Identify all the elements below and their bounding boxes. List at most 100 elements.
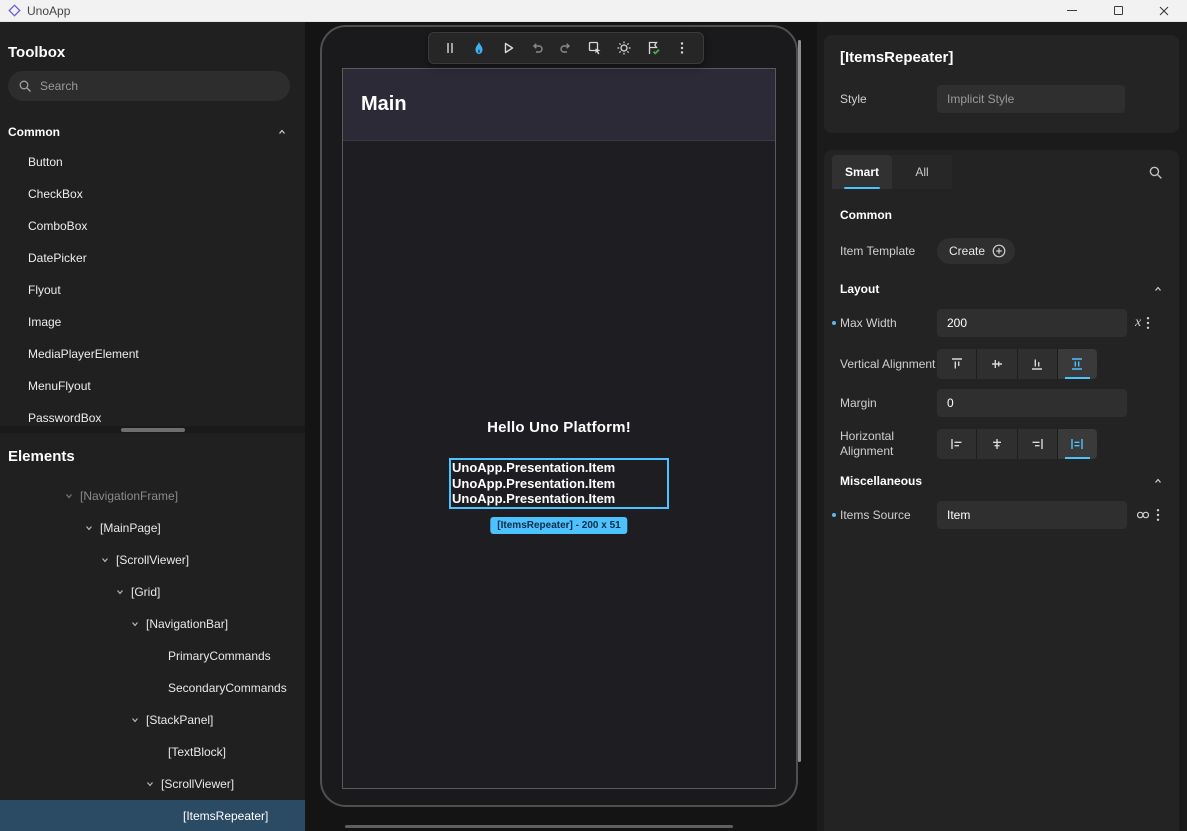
valign-top-button[interactable]: [937, 349, 976, 379]
max-width-input[interactable]: 200: [937, 309, 1127, 337]
design-canvas: Main Hello Uno Platform! UnoApp.Presenta…: [305, 22, 817, 831]
tree-item-itemsrepeater[interactable]: [ItemsRepeater]: [0, 800, 305, 831]
toolbox-item-mediaplayerelement[interactable]: MediaPlayerElement: [0, 338, 305, 370]
selected-itemsrepeater[interactable]: UnoApp.Presentation.Item UnoApp.Presenta…: [449, 458, 669, 509]
plus-circle-icon: [991, 243, 1007, 259]
close-icon: [1159, 6, 1169, 16]
tree-item-scrollviewer-inner[interactable]: [ScrollViewer]: [0, 768, 305, 800]
toolbox-item-flyout[interactable]: Flyout: [0, 274, 305, 306]
kebab-menu-icon[interactable]: [1156, 508, 1160, 522]
vertical-alignment-group: [937, 349, 1097, 379]
chevron-up-icon: [1153, 284, 1163, 294]
margin-input[interactable]: 0: [937, 389, 1127, 417]
window-controls: [1049, 0, 1187, 21]
chevron-down-icon: [84, 523, 94, 533]
tree-item-textblock[interactable]: [TextBlock]: [0, 736, 305, 768]
tree-item-mainpage[interactable]: [MainPage]: [0, 512, 305, 544]
create-template-button[interactable]: Create: [937, 238, 1015, 264]
toolbox-search-input[interactable]: [40, 79, 280, 93]
toolbox-item-checkbox[interactable]: CheckBox: [0, 178, 305, 210]
align-right-icon: [1029, 436, 1045, 452]
toolbox-item-image[interactable]: Image: [0, 306, 305, 338]
tree-item-primarycommands[interactable]: PrimaryCommands: [0, 640, 305, 672]
valign-bottom-button[interactable]: [1018, 349, 1057, 379]
align-top-icon: [949, 356, 965, 372]
window-title: UnoApp: [27, 4, 70, 18]
valign-stretch-button[interactable]: [1058, 349, 1097, 379]
undo-button[interactable]: [524, 35, 550, 61]
play-button[interactable]: [495, 35, 521, 61]
redo-icon: [558, 40, 574, 56]
toolbox-section-common[interactable]: Common: [0, 122, 305, 142]
tree-item-label: SecondaryCommands: [168, 681, 287, 695]
section-common[interactable]: Common: [840, 205, 1163, 225]
tree-item-stackpanel[interactable]: [StackPanel]: [0, 704, 305, 736]
items-source-input[interactable]: Item: [937, 501, 1127, 529]
section-miscellaneous[interactable]: Miscellaneous: [840, 471, 1163, 491]
minimize-button[interactable]: [1049, 0, 1095, 21]
chevron-down-icon: [130, 715, 140, 725]
kebab-menu-icon[interactable]: [1146, 316, 1150, 330]
redo-button[interactable]: [553, 35, 579, 61]
align-hstretch-icon: [1069, 436, 1085, 452]
halign-center-button[interactable]: [977, 429, 1016, 459]
chevron-down-icon: [115, 587, 125, 597]
section-layout[interactable]: Layout: [840, 279, 1163, 299]
style-input[interactable]: Implicit Style: [937, 85, 1125, 113]
repeater-item: UnoApp.Presentation.Item: [451, 491, 667, 507]
tab-smart[interactable]: Smart: [832, 155, 892, 189]
elements-tree: [NavigationFrame] [MainPage] [ScrollView…: [0, 480, 305, 831]
tree-item-navigationframe[interactable]: [NavigationFrame]: [0, 480, 305, 512]
horizontal-alignment-row: Horizontal Alignment: [832, 429, 1171, 459]
element-picker-button[interactable]: [582, 35, 608, 61]
toolbox-search[interactable]: [8, 71, 290, 101]
app-navigationbar[interactable]: Main: [343, 69, 775, 141]
tab-all[interactable]: All: [892, 155, 952, 189]
app-preview[interactable]: Main Hello Uno Platform! UnoApp.Presenta…: [342, 68, 776, 789]
properties-search-button[interactable]: [1148, 165, 1163, 180]
sun-icon: [616, 40, 632, 56]
items-source-label: Items Source: [840, 508, 937, 523]
canvas-horizontal-scrollbar[interactable]: [345, 825, 733, 828]
tree-item-label: [StackPanel]: [146, 713, 213, 727]
halign-left-button[interactable]: [937, 429, 976, 459]
toolbar-drag-handle[interactable]: [437, 35, 463, 61]
canvas-vertical-scrollbar[interactable]: [798, 40, 801, 762]
selected-element-title: [ItemsRepeater]: [840, 49, 1163, 66]
tree-item-label: [ScrollViewer]: [161, 777, 234, 791]
binding-expression-icon[interactable]: x: [1135, 316, 1141, 330]
tree-item-label: [TextBlock]: [168, 745, 226, 759]
titlebar: UnoApp: [0, 0, 1187, 22]
toolbox-item-button[interactable]: Button: [0, 146, 305, 178]
max-width-label: Max Width: [840, 316, 937, 331]
halign-right-button[interactable]: [1018, 429, 1057, 459]
tree-item-grid[interactable]: [Grid]: [0, 576, 305, 608]
toolbox-item-combobox[interactable]: ComboBox: [0, 210, 305, 242]
items-source-row: Items Source Item: [832, 501, 1171, 529]
tree-item-secondarycommands[interactable]: SecondaryCommands: [0, 672, 305, 704]
flag-check-icon: [645, 40, 661, 56]
close-button[interactable]: [1141, 0, 1187, 21]
chevron-down-icon: [145, 779, 155, 789]
validation-button[interactable]: [640, 35, 666, 61]
tree-item-label: [ScrollViewer]: [116, 553, 189, 567]
tree-item-scrollviewer[interactable]: [ScrollViewer]: [0, 544, 305, 576]
theme-toggle-button[interactable]: [611, 35, 637, 61]
app-logo-icon: [8, 4, 21, 17]
hot-reload-button[interactable]: [466, 35, 492, 61]
valign-center-button[interactable]: [977, 349, 1016, 379]
maximize-button[interactable]: [1095, 0, 1141, 21]
chevron-down-icon: [130, 619, 140, 629]
toolbox-item-menuflyout[interactable]: MenuFlyout: [0, 370, 305, 402]
tree-item-label: PrimaryCommands: [168, 649, 271, 663]
binding-link-icon[interactable]: [1135, 507, 1151, 523]
toolbox-item-datepicker[interactable]: DatePicker: [0, 242, 305, 274]
splitter-grip-icon: [121, 428, 185, 432]
halign-stretch-button[interactable]: [1058, 429, 1097, 459]
toolbox-item-list: Button CheckBox ComboBox DatePicker Flyo…: [0, 146, 305, 434]
panel-splitter[interactable]: [0, 426, 305, 433]
more-options-button[interactable]: [669, 35, 695, 61]
hello-textblock[interactable]: Hello Uno Platform!: [343, 419, 775, 436]
tree-item-navigationbar[interactable]: [NavigationBar]: [0, 608, 305, 640]
tree-item-label: [NavigationBar]: [146, 617, 228, 631]
